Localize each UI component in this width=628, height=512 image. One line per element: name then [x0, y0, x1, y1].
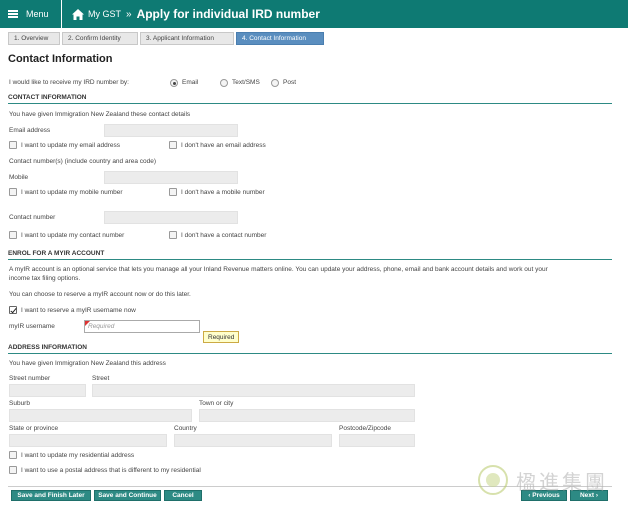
address-divider — [8, 353, 612, 354]
email-label: Email address — [9, 127, 51, 134]
town-label: Town or city — [199, 400, 234, 407]
address-section-title: ADDRESS INFORMATION — [8, 344, 87, 351]
receive-question: I would like to receive my IRD number by… — [9, 79, 129, 86]
no-mobile-checkbox[interactable] — [169, 188, 177, 196]
breadcrumb-my-gst[interactable]: My GST — [88, 9, 121, 19]
update-mobile-label: I want to update my mobile number — [21, 189, 123, 196]
state-field[interactable] — [9, 434, 167, 447]
required-marker — [85, 321, 90, 326]
email-field[interactable] — [104, 124, 238, 137]
radio-post-label: Post — [283, 79, 297, 86]
menu-label: Menu — [26, 9, 49, 19]
no-email-checkbox[interactable] — [169, 141, 177, 149]
street-label: Street — [92, 375, 110, 382]
update-residential-checkbox[interactable] — [9, 451, 17, 459]
required-tooltip: Required — [203, 331, 240, 343]
update-contact-label: I want to update my contact number — [21, 232, 125, 239]
section-heading: Contact Information — [8, 53, 113, 65]
radio-text-sms[interactable] — [220, 79, 228, 87]
radio-email-label: Email — [182, 79, 199, 86]
suburb-field[interactable] — [9, 409, 192, 422]
watermark-text: 楹進集團 — [516, 469, 608, 494]
mobile-label: Mobile — [9, 174, 29, 181]
no-contact-checkbox[interactable] — [169, 231, 177, 239]
postal-different-label: I want to use a postal address that is d… — [21, 467, 201, 474]
title-area: My GST » Apply for individual IRD number — [62, 0, 628, 28]
update-email-label: I want to update my email address — [21, 142, 120, 149]
radio-email[interactable] — [170, 79, 178, 87]
reserve-myir-checkbox[interactable] — [9, 306, 17, 314]
step-applicant-information[interactable]: 3. Applicant Information — [140, 32, 234, 45]
myir-section-title: ENROL FOR A MYIR ACCOUNT — [8, 250, 105, 257]
address-intro: You have given Immigration New Zealand t… — [9, 360, 166, 367]
page-title: Apply for individual IRD number — [136, 7, 320, 21]
myir-username-text[interactable] — [85, 321, 199, 332]
street-number-field[interactable] — [9, 384, 86, 397]
street-number-label: Street number — [9, 375, 51, 382]
watermark: 楹進集團 — [478, 460, 626, 500]
top-bar: Menu My GST » Apply for individual IRD n… — [0, 0, 628, 28]
myir-username-input[interactable] — [84, 320, 200, 333]
save-finish-later-button[interactable]: Save and Finish Later — [11, 490, 91, 501]
update-residential-label: I want to update my residential address — [21, 452, 135, 459]
postcode-field[interactable] — [339, 434, 415, 447]
town-field[interactable] — [199, 409, 415, 422]
step-overview[interactable]: 1. Overview — [8, 32, 60, 45]
contact-section-title: CONTACT INFORMATION — [8, 94, 87, 101]
mobile-field[interactable] — [104, 171, 238, 184]
save-continue-button[interactable]: Save and Continue — [94, 490, 161, 501]
state-label: State or province — [9, 425, 59, 432]
myir-description-line1: A myIR account is an optional service th… — [9, 266, 548, 273]
postal-different-checkbox[interactable] — [9, 466, 17, 474]
contact-number-label: Contact number — [9, 214, 56, 221]
no-email-label: I don't have an email address — [181, 142, 266, 149]
contact-intro: You have given Immigration New Zealand t… — [9, 111, 191, 118]
postcode-label: Postcode/Zipcode — [339, 425, 392, 432]
update-contact-checkbox[interactable] — [9, 231, 17, 239]
myir-divider — [8, 259, 612, 260]
cancel-button[interactable]: Cancel — [164, 490, 202, 501]
no-mobile-label: I don't have a mobile number — [181, 189, 265, 196]
hamburger-icon — [8, 10, 18, 18]
myir-description-line2: income tax filing options. — [9, 275, 81, 282]
contact-number-field[interactable] — [104, 211, 238, 224]
radio-text-sms-label: Text/SMS — [232, 79, 260, 86]
suburb-label: Suburb — [9, 400, 30, 407]
step-contact-information[interactable]: 4. Contact Information — [236, 32, 324, 45]
contact-divider — [8, 103, 612, 104]
menu-button[interactable]: Menu — [0, 0, 62, 28]
breadcrumb-separator: » — [126, 8, 132, 20]
no-contact-label: I don't have a contact number — [181, 232, 267, 239]
progress-steps: 1. Overview 2. Confirm Identity 3. Appli… — [8, 32, 326, 45]
street-field[interactable] — [92, 384, 415, 397]
update-mobile-checkbox[interactable] — [9, 188, 17, 196]
home-icon[interactable] — [72, 8, 84, 20]
myir-choose-text: You can choose to reserve a myIR account… — [9, 291, 191, 298]
watermark-logo-icon — [478, 465, 508, 495]
update-email-checkbox[interactable] — [9, 141, 17, 149]
step-confirm-identity[interactable]: 2. Confirm Identity — [62, 32, 138, 45]
myir-username-label: myIR username — [9, 323, 55, 330]
reserve-myir-label: I want to reserve a myIR username now — [21, 307, 136, 314]
radio-post[interactable] — [271, 79, 279, 87]
country-label: Country — [174, 425, 197, 432]
contact-numbers-label: Contact number(s) (include country and a… — [9, 158, 157, 165]
country-field[interactable] — [174, 434, 332, 447]
